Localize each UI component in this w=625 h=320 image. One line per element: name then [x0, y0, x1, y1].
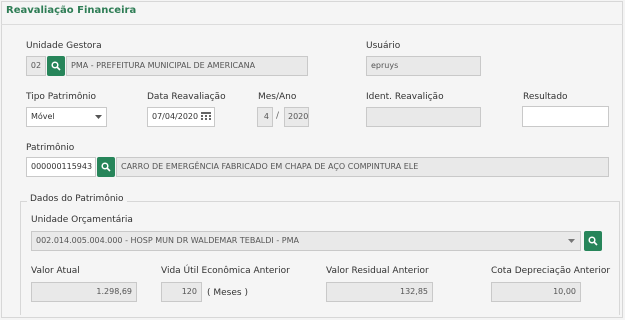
search-icon — [588, 236, 598, 246]
mes-ano-label: Mes/Ano — [258, 92, 297, 102]
data-reavaliacao-field[interactable]: 07/04/2020 — [147, 107, 215, 127]
unidade-gestora-label: Unidade Gestora — [26, 41, 102, 51]
calendar-icon[interactable] — [201, 112, 211, 122]
valor-residual-label: Valor Residual Anterior — [326, 266, 429, 276]
usuario-field: epruys — [366, 56, 481, 76]
data-reavaliacao-value: 07/04/2020 — [152, 112, 199, 121]
patrimonio-search-button[interactable] — [97, 157, 115, 177]
mes-field: 4 — [257, 107, 273, 127]
vida-util-label: Vida Útil Econômica Anterior — [161, 266, 290, 276]
patrimonio-code-field[interactable]: 000000115943 — [26, 157, 96, 177]
unidade-orcamentaria-label: Unidade Orçamentária — [31, 215, 133, 225]
mes-ano-separator: / — [276, 111, 280, 121]
data-reavaliacao-label: Data Reavaliação — [147, 92, 226, 102]
chevron-down-icon — [95, 115, 102, 119]
tipo-patrimonio-label: Tipo Patrimônio — [26, 92, 97, 102]
vida-util-field: 120 — [161, 282, 202, 302]
unidade-gestora-code-field[interactable]: 02 — [26, 56, 46, 76]
patrimonio-label: Patrimônio — [26, 143, 75, 153]
valor-atual-field: 1.298,69 — [31, 282, 137, 302]
vida-util-unit: ( Meses ) — [207, 288, 248, 298]
resultado-label: Resultado — [523, 92, 568, 102]
cota-depreciacao-field: 10,00 — [491, 282, 581, 302]
ident-reavaliacao-field — [366, 107, 481, 127]
dados-patrimonio-legend: Dados do Patrimônio — [27, 194, 127, 204]
valor-atual-label: Valor Atual — [31, 266, 80, 276]
title-divider — [1, 24, 623, 25]
unidade-orcamentaria-select[interactable]: 002.014.005.004.000 - HOSP MUN DR WALDEM… — [31, 231, 581, 251]
ano-field: 2020 — [284, 107, 309, 127]
chevron-down-icon — [568, 239, 575, 243]
page-title: Reavaliação Financeira — [6, 5, 137, 16]
unidade-orcamentaria-search-button[interactable] — [584, 231, 602, 251]
usuario-label: Usuário — [366, 41, 401, 51]
resultado-field[interactable] — [522, 106, 609, 127]
patrimonio-description-field: CARRO DE EMERGÊNCIA FABRICADO EM CHAPA D… — [116, 157, 609, 177]
search-icon — [101, 162, 111, 172]
unidade-gestora-name-field: PMA - PREFEITURA MUNICIPAL DE AMERICANA — [66, 56, 308, 76]
tipo-patrimonio-select[interactable]: Móvel — [26, 107, 107, 127]
tipo-patrimonio-value: Móvel — [31, 112, 55, 121]
search-icon — [51, 61, 61, 71]
cota-depreciacao-label: Cota Depreciação Anterior — [491, 266, 611, 276]
unidade-gestora-search-button[interactable] — [47, 56, 65, 76]
ident-reavaliacao-label: Ident. Reavalição — [366, 92, 444, 102]
unidade-orcamentaria-value: 002.014.005.004.000 - HOSP MUN DR WALDEM… — [36, 236, 299, 245]
valor-residual-field: 132,85 — [326, 282, 433, 302]
